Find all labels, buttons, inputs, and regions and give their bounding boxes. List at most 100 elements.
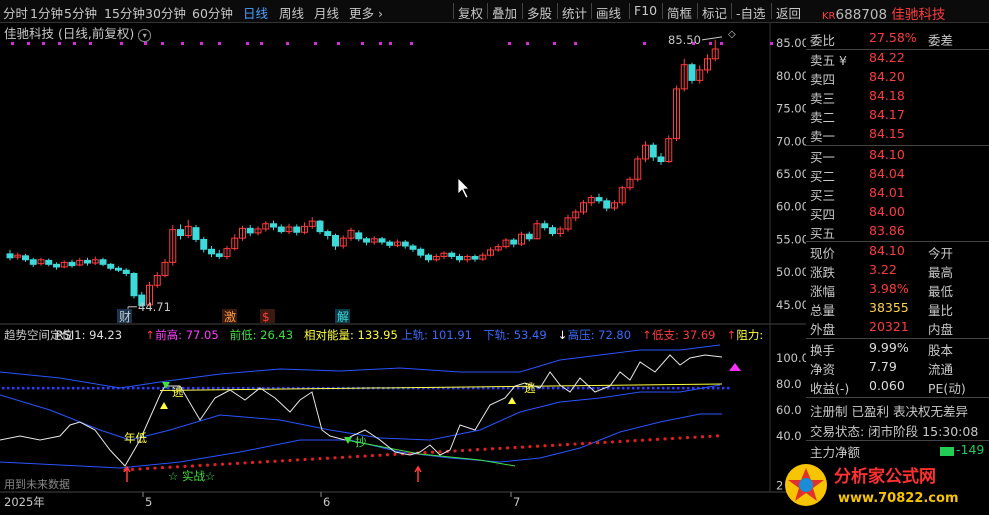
bid-price: 84.01 bbox=[869, 185, 905, 200]
support-dot bbox=[655, 437, 660, 441]
bid-row: 买三 84.01 bbox=[806, 185, 989, 204]
main-flow-value: -149 bbox=[956, 442, 985, 457]
event-mark: 解 bbox=[337, 310, 349, 324]
ask-label: 卖五 ¥ bbox=[810, 53, 847, 68]
ask-row: 卖二 84.17 bbox=[806, 107, 989, 126]
support-dot bbox=[573, 442, 577, 446]
resistance-dot bbox=[547, 386, 550, 390]
resistance-dot bbox=[587, 386, 590, 390]
candle-body bbox=[603, 200, 611, 209]
x-label: 5 bbox=[145, 495, 152, 509]
resistance-dot bbox=[577, 386, 580, 390]
signal-dot bbox=[553, 42, 556, 45]
support-dot bbox=[333, 456, 337, 460]
resistance-dot bbox=[687, 386, 690, 390]
x-label: 7 bbox=[513, 495, 520, 509]
signal-dot bbox=[260, 42, 263, 45]
candle-body bbox=[270, 223, 277, 228]
reg-row: 注册制 已盈利 表决权无差异 bbox=[806, 401, 989, 420]
stat-label: 外盘 bbox=[810, 322, 836, 337]
support-dot bbox=[355, 454, 360, 459]
support-dot bbox=[595, 441, 600, 445]
resistance-dot bbox=[37, 386, 40, 390]
resistance-dot bbox=[647, 386, 650, 390]
webi-row: 委比 27.58% 委差 bbox=[806, 30, 989, 49]
price-tick: 45.00 bbox=[776, 298, 806, 312]
candle-body bbox=[68, 261, 76, 267]
resistance-dot bbox=[507, 386, 510, 390]
stat-label: 总量 bbox=[810, 303, 836, 318]
support-dot bbox=[633, 439, 637, 443]
resistance-dot bbox=[77, 386, 80, 390]
event-mark: 财 bbox=[119, 310, 131, 324]
resistance-dot bbox=[197, 386, 200, 390]
support-dot bbox=[453, 449, 457, 453]
watermark-url: www.70822.com bbox=[838, 491, 959, 506]
resistance-dot bbox=[642, 386, 645, 390]
support-dot bbox=[535, 444, 540, 448]
stat-value: 3.22 bbox=[869, 262, 897, 277]
support-dot bbox=[325, 456, 330, 460]
resistance-dot bbox=[62, 386, 65, 390]
low-trend-line bbox=[345, 439, 516, 467]
resistance-dot bbox=[47, 386, 50, 390]
stat-row: 涨跌 3.22 最高 bbox=[806, 262, 989, 281]
stat2-value: 0.060 bbox=[869, 378, 905, 393]
resistance-dot bbox=[662, 386, 665, 390]
indicator-label: 低支: 37.69 bbox=[652, 328, 715, 342]
ask-row: 卖三 84.18 bbox=[806, 88, 989, 107]
indicator-label: ↓ bbox=[558, 328, 568, 342]
price-tick: 55.00 bbox=[776, 232, 806, 246]
stat2-label: 收益(-) bbox=[810, 381, 850, 396]
bid-price: 84.04 bbox=[869, 166, 905, 181]
signal-dot bbox=[89, 42, 92, 45]
resistance-dot bbox=[32, 386, 35, 390]
resistance-dot bbox=[107, 386, 110, 390]
signal-dot bbox=[144, 42, 147, 45]
resistance-dot bbox=[622, 386, 625, 390]
candle-body bbox=[332, 235, 339, 247]
indicator-label: ↑ bbox=[726, 328, 736, 342]
stat2-row: 净资 7.79 流通 bbox=[806, 359, 989, 378]
main-chart[interactable]: 85.00 80.00 75.00 70.00 65.00 60.00 55.00 50.00… bbox=[0, 0, 806, 515]
stock-code: KR688708 佳驰科技 bbox=[822, 3, 945, 23]
signal-dot bbox=[643, 42, 646, 45]
indicator-label: ↑ bbox=[145, 328, 155, 342]
bid-label: 买二 bbox=[810, 169, 836, 184]
resistance-dot bbox=[67, 386, 70, 390]
bid-row: 买五 83.86 bbox=[806, 223, 989, 242]
support-dot bbox=[243, 461, 247, 465]
resistance-dot bbox=[237, 386, 240, 390]
signal-dot bbox=[337, 42, 340, 45]
main-flow-bar bbox=[940, 447, 954, 456]
support-dot bbox=[483, 447, 487, 451]
candle-body bbox=[29, 259, 37, 265]
resistance-dot bbox=[147, 386, 150, 390]
indicator-label: 下轨: 53.49 bbox=[483, 328, 546, 342]
bid-price: 83.86 bbox=[869, 223, 905, 238]
support-dot bbox=[603, 440, 607, 444]
support-dot bbox=[610, 440, 615, 444]
buy-triangle-icon bbox=[508, 397, 516, 404]
candle-body bbox=[215, 253, 223, 257]
candle-body bbox=[200, 238, 208, 250]
support-dot bbox=[220, 462, 225, 466]
signal-dot bbox=[720, 42, 723, 45]
signal-dot bbox=[58, 42, 61, 45]
signal-dot bbox=[27, 42, 30, 45]
registration-text: 注册制 已盈利 表决权无差异 bbox=[810, 404, 968, 419]
ask-label: 卖一 bbox=[810, 129, 836, 144]
stat2-value: 7.79 bbox=[869, 359, 897, 374]
signal-dot bbox=[410, 42, 413, 45]
resistance-dot bbox=[632, 386, 635, 390]
mid-band bbox=[0, 384, 721, 441]
support-dot bbox=[228, 462, 232, 466]
bid-price: 84.00 bbox=[869, 204, 905, 219]
high-label: 85.50 bbox=[668, 33, 701, 47]
bid-label: 买五 bbox=[810, 226, 836, 241]
stat2-label: 换手 bbox=[810, 343, 836, 358]
support-dot bbox=[505, 446, 510, 450]
indicator-tick: 80.0 bbox=[776, 377, 802, 391]
resistance-dot bbox=[492, 386, 495, 390]
support-dot bbox=[648, 438, 652, 442]
